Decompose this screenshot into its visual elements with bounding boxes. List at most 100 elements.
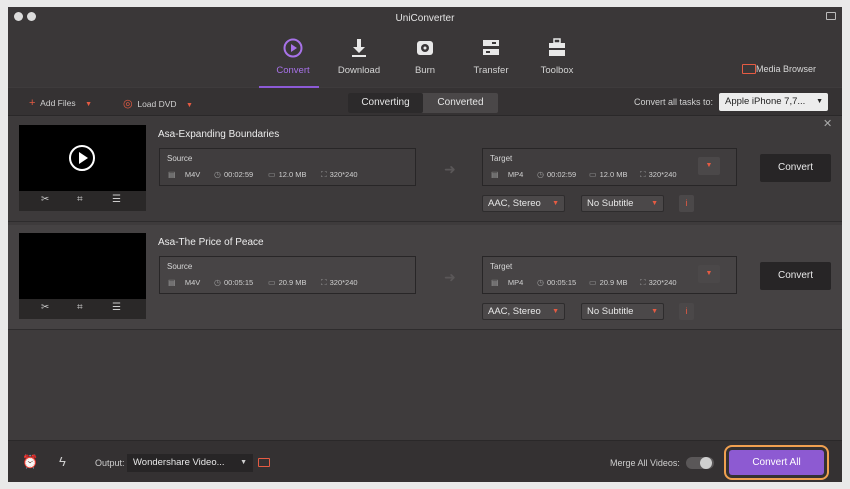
- audio-value: AAC, Stereo: [488, 198, 541, 209]
- nav-transfer-label: Transfer: [473, 65, 509, 76]
- info-icon[interactable]: i: [679, 195, 694, 212]
- disc-icon: [417, 41, 433, 55]
- folder-icon: ▭: [268, 170, 276, 179]
- output-device-value: Apple iPhone 7,7...: [725, 96, 806, 107]
- folder-icon: ▭: [589, 278, 597, 287]
- lightning-icon[interactable]: ϟ: [59, 454, 66, 469]
- info-icon[interactable]: i: [679, 303, 694, 320]
- resolution-icon: ⛶: [321, 170, 327, 179]
- nav-burn[interactable]: Burn: [390, 37, 460, 76]
- load-dvd-label: Load DVD: [137, 99, 177, 109]
- film-icon: ▤: [168, 278, 176, 287]
- media-browser-link[interactable]: Media Browser: [756, 64, 816, 74]
- crop-icon[interactable]: ⌗: [77, 194, 83, 205]
- folder-icon: ▭: [589, 170, 597, 179]
- film-icon: ▤: [491, 170, 499, 179]
- target-label: Target: [490, 154, 513, 163]
- chevron-down-icon: ▼: [552, 200, 559, 207]
- file-name: Asa-Expanding Boundaries: [158, 129, 280, 140]
- play-icon[interactable]: [69, 145, 95, 171]
- convert-all-button[interactable]: Convert All: [729, 450, 824, 475]
- settings-sliders-icon[interactable]: ☰: [112, 302, 121, 313]
- clock-icon: ◷: [537, 170, 544, 179]
- crop-icon[interactable]: ⌗: [77, 302, 83, 313]
- thumbnail-tools: ✂ ⌗ ☰: [19, 191, 146, 211]
- audio-select[interactable]: AAC, Stereo ▼: [482, 303, 565, 320]
- clock-icon: ◷: [214, 170, 221, 179]
- alarm-clock-icon[interactable]: ⏰: [22, 454, 38, 470]
- source-info: Source ▤ M4V ◷ 00:02:59 ▭ 12.0 MB ⛶ 320*240: [159, 148, 416, 186]
- download-icon: [352, 39, 366, 57]
- merge-toggle[interactable]: [686, 457, 714, 469]
- target-duration: 00:05:15: [546, 278, 577, 287]
- source-format: M4V: [184, 170, 201, 179]
- source-resolution: 320*240: [329, 170, 358, 179]
- tab-converted[interactable]: Converted: [423, 93, 498, 113]
- audio-select[interactable]: AAC, Stereo ▼: [482, 195, 565, 212]
- output-folder-select[interactable]: Wondershare Video... ▼: [127, 454, 253, 472]
- file-row: ✂ ⌗ ☰ Asa-The Price of Peace Source ▤ M4…: [8, 225, 842, 330]
- folder-icon[interactable]: [258, 458, 270, 467]
- nav-burn-label: Burn: [414, 65, 436, 76]
- resolution-icon: ⛶: [640, 170, 646, 179]
- arrow-right-icon: ➜: [444, 269, 456, 285]
- nav-transfer[interactable]: Transfer: [456, 37, 526, 76]
- nav-toolbox[interactable]: Toolbox: [522, 37, 592, 76]
- convert-button[interactable]: Convert: [760, 262, 831, 290]
- subtitle-select[interactable]: No Subtitle ▼: [581, 195, 664, 212]
- target-size: 12.0 MB: [599, 170, 628, 179]
- target-format: MP4: [507, 278, 524, 287]
- nav-toolbox-label: Toolbox: [540, 65, 574, 76]
- resolution-icon: ⛶: [321, 278, 327, 287]
- task-tabs: Converting Converted: [348, 93, 498, 113]
- chevron-down-icon: ▼: [552, 308, 559, 315]
- arrow-right-icon: ➜: [444, 161, 456, 177]
- target-format: MP4: [507, 170, 524, 179]
- close-icon[interactable]: ✕: [823, 117, 832, 130]
- transfer-icon: [483, 40, 499, 55]
- app-window: UniConverter Convert Download Burn Trans…: [8, 7, 842, 482]
- convert-all-button-highlight: Convert All: [724, 445, 829, 480]
- convert-all-tasks-label: Convert all tasks to:: [634, 97, 714, 107]
- target-label: Target: [490, 262, 513, 271]
- chevron-down-icon[interactable]: ▼: [85, 101, 92, 108]
- media-browser-icon[interactable]: [742, 64, 756, 74]
- source-duration: 00:05:15: [223, 278, 254, 287]
- nav-download[interactable]: Download: [324, 37, 394, 76]
- video-thumbnail[interactable]: ✂ ⌗ ☰: [19, 233, 146, 319]
- load-dvd-button[interactable]: ◎ Load DVD ▼: [123, 97, 193, 110]
- resolution-icon: ⛶: [640, 278, 646, 287]
- source-size: 20.9 MB: [278, 278, 307, 287]
- tab-converting[interactable]: Converting: [348, 93, 423, 113]
- scissors-icon[interactable]: ✂: [41, 194, 49, 205]
- source-duration: 00:02:59: [223, 170, 254, 179]
- source-size: 12.0 MB: [278, 170, 307, 179]
- film-icon: ▤: [168, 170, 176, 179]
- target-format-dropdown[interactable]: ▼: [698, 265, 720, 283]
- subtitle-value: No Subtitle: [587, 198, 634, 209]
- chevron-down-icon: ▼: [651, 200, 658, 207]
- settings-sliders-icon[interactable]: ☰: [112, 194, 121, 205]
- folder-icon: ▭: [268, 278, 276, 287]
- target-format-dropdown[interactable]: ▼: [698, 157, 720, 175]
- chevron-down-icon: ▼: [705, 270, 713, 277]
- output-device-select[interactable]: Apple iPhone 7,7... ▼: [719, 93, 828, 111]
- source-info: Source ▤ M4V ◷ 00:05:15 ▭ 20.9 MB ⛶ 320*240: [159, 256, 416, 294]
- scissors-icon[interactable]: ✂: [41, 302, 49, 313]
- chevron-down-icon[interactable]: ▼: [186, 102, 193, 109]
- chat-icon[interactable]: [826, 12, 836, 20]
- nav-download-label: Download: [337, 65, 381, 76]
- thumbnail-tools: ✂ ⌗ ☰: [19, 299, 146, 319]
- convert-button[interactable]: Convert: [760, 154, 831, 182]
- source-resolution: 320*240: [329, 278, 358, 287]
- output-folder-value: Wondershare Video...: [133, 457, 225, 468]
- target-size: 20.9 MB: [599, 278, 628, 287]
- nav-convert-label: Convert: [276, 65, 310, 76]
- video-thumbnail[interactable]: ✂ ⌗ ☰: [19, 125, 146, 211]
- nav-convert[interactable]: Convert: [258, 37, 328, 76]
- source-label: Source: [167, 262, 193, 271]
- add-files-button[interactable]: + Add Files ▼: [29, 97, 92, 109]
- subtitle-select[interactable]: No Subtitle ▼: [581, 303, 664, 320]
- convert-play-icon: [283, 38, 303, 58]
- chevron-down-icon: ▼: [240, 459, 247, 466]
